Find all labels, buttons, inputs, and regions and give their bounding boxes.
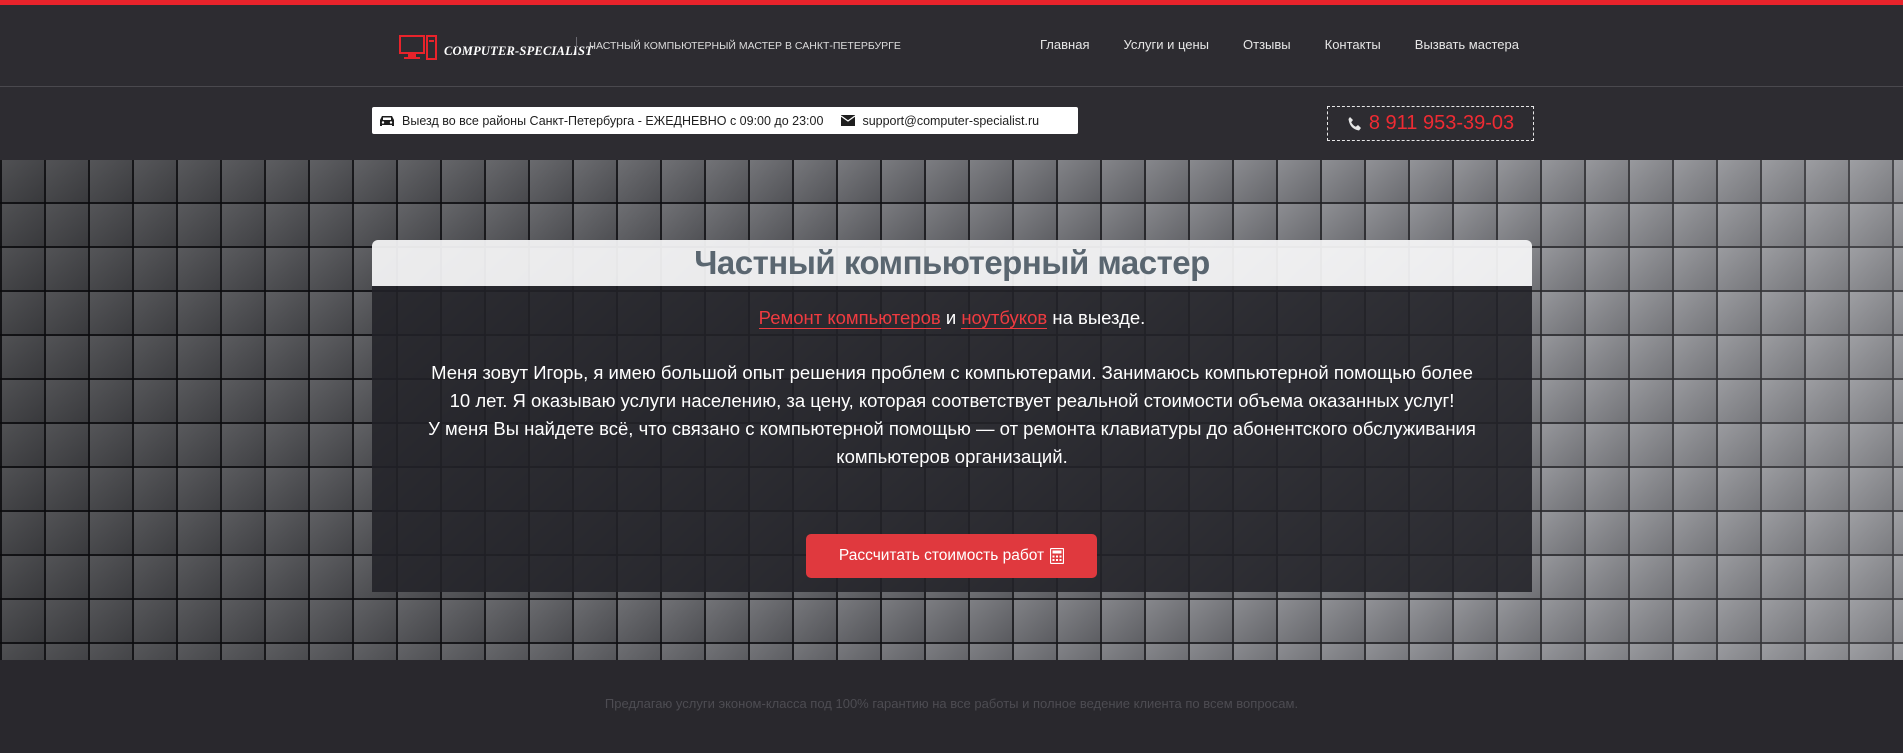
computer-repair-link[interactable]: Ремонт компьютеров: [758, 307, 941, 329]
phone-box[interactable]: 8 911 953-39-03: [1327, 106, 1534, 141]
email-link[interactable]: support@computer-specialist.ru: [862, 114, 1039, 128]
site-tagline: ЧАСТНЫЙ КОМПЬЮТЕРНЫЙ МАСТЕР В САНКТ-ПЕТЕ…: [576, 37, 901, 55]
calculator-icon: [1050, 548, 1065, 564]
envelope-icon: [841, 115, 856, 126]
calculate-cost-button[interactable]: Рассчитать стоимость работ: [806, 534, 1097, 578]
logo-text: COMPUTER-SPECIALIST: [444, 44, 593, 58]
calculate-cost-label: Рассчитать стоимость работ: [838, 547, 1045, 564]
computer-logo-icon: [398, 33, 438, 70]
nav-item-call-master[interactable]: Вызвать мастера: [1415, 35, 1519, 55]
phone-number[interactable]: 8 911 953-39-03: [1369, 112, 1514, 135]
hero-title-bar: Частный компьютерный мастер: [372, 240, 1532, 286]
nav-item-reviews[interactable]: Отзывы: [1243, 35, 1291, 55]
footer-text: Предлагаю услуги эконом-класса под 100% …: [604, 696, 1299, 711]
nav-item-home[interactable]: Главная: [1040, 35, 1089, 55]
laptop-repair-link[interactable]: ноутбуков: [961, 307, 1048, 329]
car-icon: [379, 115, 395, 127]
main-nav: Главная Услуги и цены Отзывы Контакты Вы…: [1040, 35, 1519, 55]
hero-paragraph-2: У меня Вы найдете всё, что связано с ком…: [428, 418, 1476, 467]
hero-subtitle: Ремонт компьютеров и ноутбуков на выезде…: [372, 305, 1532, 331]
nav-item-services[interactable]: Услуги и цены: [1123, 35, 1209, 55]
phone-icon: [1347, 116, 1363, 132]
hero-paragraph-1: Меня зовут Игорь, я имею большой опыт ре…: [431, 362, 1473, 411]
site-header: COMPUTER-SPECIALIST ЧАСТНЫЙ КОМПЬЮТЕРНЫЙ…: [0, 5, 1903, 87]
hero-description: Меня зовут Игорь, я имею большой опыт ре…: [422, 359, 1482, 471]
subtitle-conjunction: и: [945, 307, 957, 328]
hero-title: Частный компьютерный мастер: [694, 244, 1210, 281]
site-logo[interactable]: COMPUTER-SPECIALIST: [398, 33, 593, 70]
subtitle-rest: на выезде.: [1052, 307, 1146, 328]
nav-item-contacts[interactable]: Контакты: [1325, 35, 1381, 55]
schedule-email-box: Выезд во все районы Санкт-Петербурга - Е…: [372, 107, 1078, 134]
schedule-text: Выезд во все районы Санкт-Петербурга - Е…: [402, 113, 824, 128]
